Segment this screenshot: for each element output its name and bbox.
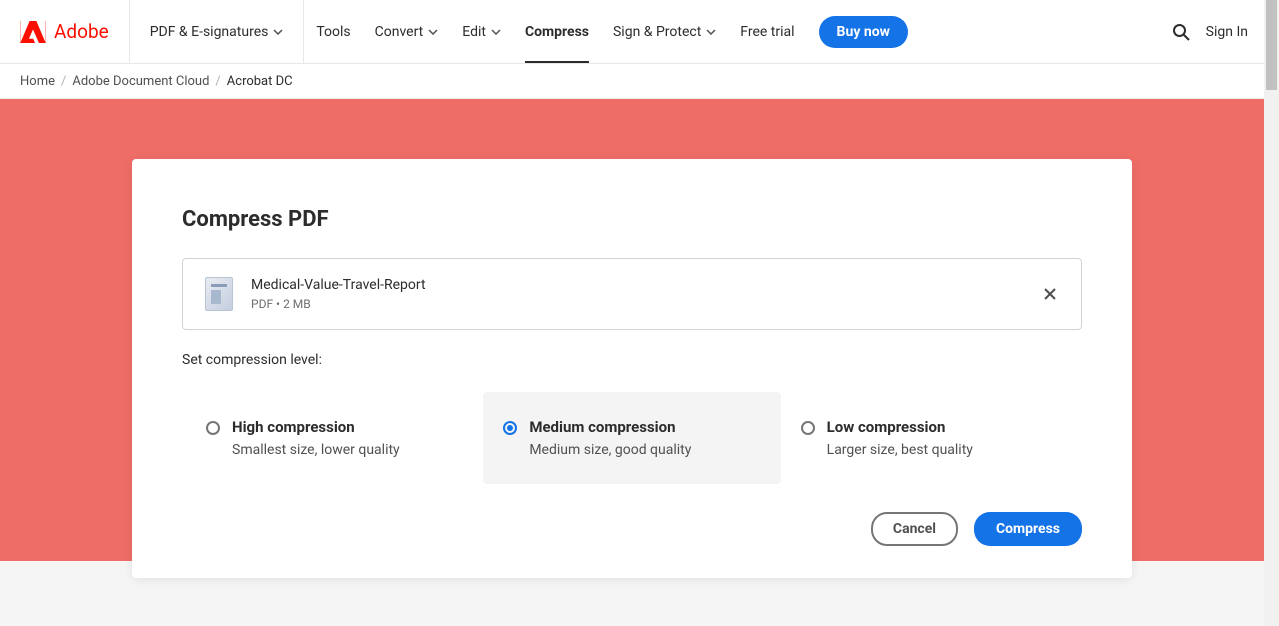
chevron-down-icon bbox=[428, 27, 438, 37]
file-icon bbox=[205, 277, 233, 311]
action-buttons: Cancel Compress bbox=[182, 512, 1082, 546]
file-name: Medical-Value-Travel-Report bbox=[251, 277, 426, 293]
scrollbar-thumb[interactable] bbox=[1266, 0, 1277, 90]
chevron-down-icon bbox=[491, 27, 501, 37]
nav-label: Convert bbox=[375, 24, 424, 40]
nav-label: Tools bbox=[316, 24, 350, 40]
file-box: Medical-Value-Travel-Report PDF • 2 MB bbox=[182, 258, 1082, 330]
option-text: Medium compression Medium size, good qua… bbox=[529, 418, 691, 458]
adobe-logo-icon bbox=[20, 21, 46, 43]
cancel-button[interactable]: Cancel bbox=[871, 512, 958, 546]
compress-button[interactable]: Compress bbox=[974, 512, 1082, 546]
nav-label: Free trial bbox=[740, 24, 794, 40]
option-text: High compression Smallest size, lower qu… bbox=[232, 418, 400, 458]
breadcrumb-document-cloud[interactable]: Adobe Document Cloud bbox=[72, 74, 209, 89]
option-medium-compression[interactable]: Medium compression Medium size, good qua… bbox=[483, 392, 780, 484]
scrollbar-track[interactable] bbox=[1264, 0, 1279, 626]
nav-label: Sign & Protect bbox=[613, 24, 701, 40]
main-nav: PDF & E-signatures Tools Convert Edit Co… bbox=[130, 0, 908, 63]
option-desc: Medium size, good quality bbox=[529, 442, 691, 458]
nav-pdf-esignatures[interactable]: PDF & E-signatures bbox=[130, 0, 305, 63]
option-low-compression[interactable]: Low compression Larger size, best qualit… bbox=[781, 392, 1078, 484]
top-header: Adobe PDF & E-signatures Tools Convert E… bbox=[0, 0, 1264, 64]
file-info: Medical-Value-Travel-Report PDF • 2 MB bbox=[251, 277, 426, 311]
compression-level-label: Set compression level: bbox=[182, 352, 1082, 368]
remove-file-button[interactable] bbox=[1043, 286, 1059, 302]
nav-label: PDF & E-signatures bbox=[150, 24, 269, 40]
breadcrumb-home[interactable]: Home bbox=[20, 74, 55, 89]
breadcrumb-separator: / bbox=[215, 74, 220, 89]
nav-label: Edit bbox=[462, 24, 486, 40]
chevron-down-icon bbox=[706, 27, 716, 37]
brand-name: Adobe bbox=[54, 20, 109, 43]
search-icon[interactable] bbox=[1172, 23, 1190, 41]
radio-icon bbox=[801, 421, 815, 435]
chevron-down-icon bbox=[273, 27, 283, 37]
breadcrumb-separator: / bbox=[61, 74, 66, 89]
nav-compress[interactable]: Compress bbox=[513, 0, 601, 63]
option-desc: Larger size, best quality bbox=[827, 442, 973, 458]
option-desc: Smallest size, lower quality bbox=[232, 442, 400, 458]
nav-convert[interactable]: Convert bbox=[363, 0, 451, 63]
option-text: Low compression Larger size, best qualit… bbox=[827, 418, 973, 458]
file-meta: PDF • 2 MB bbox=[251, 297, 426, 311]
nav-edit[interactable]: Edit bbox=[450, 0, 513, 63]
nav-free-trial[interactable]: Free trial bbox=[728, 0, 806, 63]
option-title: High compression bbox=[232, 418, 400, 436]
compress-card: Compress PDF Medical-Value-Travel-Report… bbox=[132, 159, 1132, 578]
nav-label: Compress bbox=[525, 24, 589, 40]
radio-icon bbox=[503, 421, 517, 435]
option-title: Low compression bbox=[827, 418, 973, 436]
header-right: Sign In bbox=[1172, 23, 1264, 41]
nav-tools[interactable]: Tools bbox=[304, 0, 362, 63]
radio-icon bbox=[206, 421, 220, 435]
buy-now-button[interactable]: Buy now bbox=[819, 16, 908, 48]
breadcrumb-acrobat-dc: Acrobat DC bbox=[227, 74, 293, 89]
logo-area[interactable]: Adobe bbox=[0, 0, 130, 63]
option-title: Medium compression bbox=[529, 418, 691, 436]
sign-in-link[interactable]: Sign In bbox=[1206, 24, 1248, 40]
card-title: Compress PDF bbox=[182, 207, 1082, 232]
nav-sign-protect[interactable]: Sign & Protect bbox=[601, 0, 728, 63]
breadcrumb: Home / Adobe Document Cloud / Acrobat DC bbox=[0, 64, 1264, 99]
compression-options: High compression Smallest size, lower qu… bbox=[182, 392, 1082, 484]
option-high-compression[interactable]: High compression Smallest size, lower qu… bbox=[186, 392, 483, 484]
